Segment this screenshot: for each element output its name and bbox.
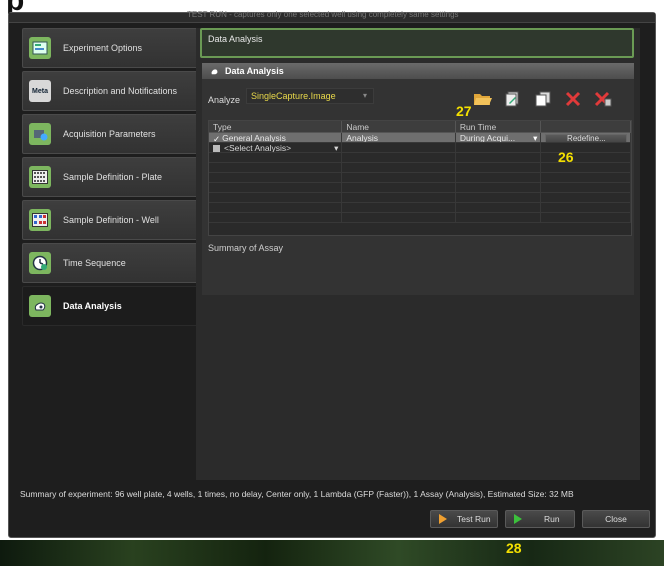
run-time-select[interactable]: During Acqui... ▾: [456, 133, 542, 142]
callout-27: 27: [456, 103, 472, 119]
test-run-hint: TEST RUN - captures only one selected we…: [187, 10, 459, 19]
camera-gear-icon: [29, 123, 51, 145]
chevron-down-icon: ▾: [363, 91, 368, 100]
table-cell-type: <Select Analysis> ▾: [209, 143, 343, 152]
open-folder-button[interactable]: [472, 89, 494, 109]
column-header-action: [541, 121, 631, 132]
sidebar-item-plate[interactable]: Sample Definition - Plate: [22, 157, 200, 197]
play-green-icon: [514, 514, 522, 524]
delete-all-button[interactable]: [592, 89, 614, 109]
delete-all-icon: [594, 91, 612, 107]
sidebar-item-label: Description and Notifications: [63, 86, 178, 96]
redefine-button[interactable]: Redefine...: [545, 134, 628, 142]
table-cell-action: [541, 143, 631, 152]
chevron-down-icon: ▾: [334, 143, 339, 152]
panel-header: Data Analysis: [202, 63, 634, 79]
test-run-button[interactable]: Test Run: [430, 510, 498, 528]
delete-x-icon: [565, 91, 581, 107]
table-cell-type: ✓ General Analysis: [209, 133, 343, 142]
table-row: [209, 193, 631, 203]
table-row: [209, 203, 631, 213]
table-cell-action: Redefine...: [541, 133, 631, 142]
edit-doc-icon: [505, 91, 519, 107]
plate-icon: [29, 166, 51, 188]
column-header-type[interactable]: Type: [209, 121, 343, 132]
column-header-name[interactable]: Name: [342, 121, 456, 132]
sidebar-item-label: Experiment Options: [63, 43, 143, 53]
analysis-toolbar: [472, 89, 622, 109]
chevron-down-icon: ▾: [533, 133, 538, 142]
close-button[interactable]: Close: [582, 510, 650, 528]
sidebar-item-label: Sample Definition - Well: [63, 215, 159, 225]
table-row: [209, 183, 631, 193]
sidebar-item-time-sequence[interactable]: Time Sequence: [22, 243, 200, 283]
meta-icon: Meta: [29, 80, 51, 102]
sidebar-item-label: Acquisition Parameters: [63, 129, 156, 139]
section-title-field: Data Analysis: [200, 28, 634, 58]
table-cell-name: Analysis: [342, 133, 456, 142]
sidebar: Experiment Options Meta Description and …: [22, 28, 200, 346]
sidebar-item-description[interactable]: Meta Description and Notifications: [22, 71, 200, 111]
experiment-options-icon: [29, 37, 51, 59]
sidebar-item-label: Data Analysis: [63, 301, 122, 311]
analyze-row: Analyze SingleCapture.Image ▾: [208, 87, 375, 105]
summary-of-assay-label: Summary of Assay: [208, 243, 284, 253]
sidebar-item-well[interactable]: Sample Definition - Well: [22, 200, 200, 240]
checkbox-checked[interactable]: ✓: [213, 134, 220, 142]
analyze-select-value: SingleCapture.Image: [251, 91, 336, 101]
panel-title: Data Analysis: [225, 66, 284, 76]
play-orange-icon: [439, 514, 447, 524]
analysis-small-icon: [211, 68, 218, 74]
copy-button[interactable]: [532, 89, 554, 109]
sidebar-item-label: Time Sequence: [63, 258, 126, 268]
analyze-select[interactable]: SingleCapture.Image ▾: [246, 88, 375, 104]
well-grid-icon: [29, 209, 51, 231]
clock-icon: [29, 252, 51, 274]
table-row: [209, 173, 631, 183]
window-title-bar: TEST RUN - captures only one selected we…: [9, 10, 655, 23]
sidebar-item-experiment-options[interactable]: Experiment Options: [22, 28, 200, 68]
delete-button[interactable]: [562, 89, 584, 109]
table-cell-run-time: [456, 143, 542, 152]
analyze-label: Analyze: [208, 95, 241, 105]
checkbox-unchecked[interactable]: [213, 145, 220, 152]
analysis-icon: [29, 295, 51, 317]
background-image-strip: [0, 540, 664, 566]
table-row: [209, 213, 631, 223]
analysis-table: Type Name Run Time ✓ General Analysis Ana…: [208, 120, 632, 236]
callout-28: 28: [506, 540, 522, 556]
callout-26: 26: [558, 149, 574, 165]
table-header: Type Name Run Time: [209, 121, 631, 133]
folder-icon: [474, 94, 492, 105]
column-header-run-time[interactable]: Run Time: [456, 121, 542, 132]
table-cell-name: [342, 143, 456, 152]
data-analysis-panel: Data Analysis Analyze SingleCapture.Imag…: [202, 63, 634, 295]
sidebar-item-data-analysis[interactable]: Data Analysis: [22, 286, 200, 326]
section-title: Data Analysis: [208, 34, 263, 44]
copy-icon: [535, 91, 551, 107]
experiment-summary: Summary of experiment: 96 well plate, 4 …: [20, 489, 574, 499]
edit-button[interactable]: [502, 89, 524, 109]
sidebar-item-label: Sample Definition - Plate: [63, 172, 163, 182]
run-button[interactable]: Run: [505, 510, 575, 528]
table-row[interactable]: ✓ General Analysis Analysis During Acqui.…: [209, 133, 631, 143]
sidebar-item-acquisition[interactable]: Acquisition Parameters: [22, 114, 200, 154]
